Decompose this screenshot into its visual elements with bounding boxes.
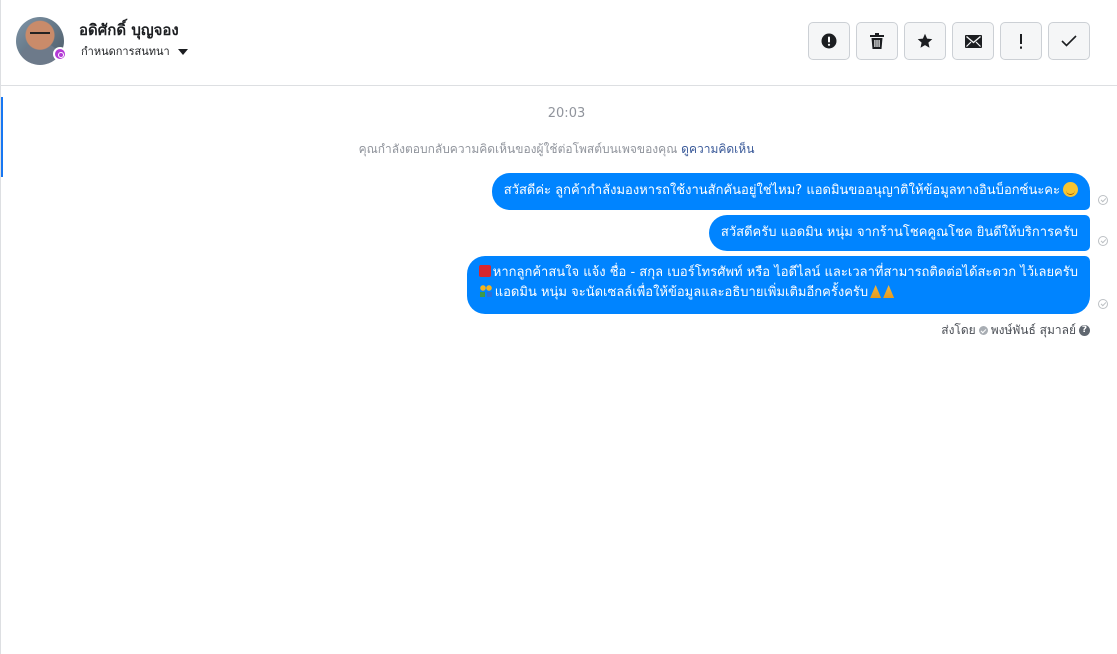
messenger-badge-icon xyxy=(53,47,67,61)
assign-conversation-dropdown[interactable]: กำหนดการสนทนา xyxy=(81,42,188,60)
seen-status-icon xyxy=(1098,195,1108,205)
message-text: แอดมิน หนุ่ม จะนัดเซลล์เพื่อให้ข้อมูลและ… xyxy=(494,285,869,300)
trash-icon xyxy=(870,33,884,49)
pray-emoji-icon xyxy=(883,285,895,298)
mark-unread-button[interactable] xyxy=(952,22,994,60)
verified-check-icon xyxy=(978,326,988,335)
message-timestamp: 20:03 xyxy=(547,106,586,121)
contact-name[interactable]: อดิศักดิ์ บุญจอง xyxy=(79,18,179,42)
seen-status-icon xyxy=(1098,236,1108,246)
caret-down-icon xyxy=(177,48,188,55)
conversation-toolbar xyxy=(808,22,1090,60)
alert-circle-icon xyxy=(821,33,837,49)
exclamation-icon xyxy=(1020,33,1022,49)
message-bubble[interactable]: สวัสดีครับ แอดมิน หนุ่ม จากร้านโชคคูณโชค… xyxy=(708,215,1090,251)
conversation-header: อดิศักดิ์ บุญจอง กำหนดการสนทนา xyxy=(1,0,1117,86)
smile-emoji-icon xyxy=(1063,182,1078,197)
help-icon[interactable]: ? xyxy=(1079,325,1090,336)
telephone-emoji-icon xyxy=(478,265,491,277)
envelope-icon xyxy=(964,34,982,48)
reply-context-text: คุณกำลังตอบกลับความคิดเห็นของผู้ใช้ต่อโพ… xyxy=(358,142,678,156)
view-comment-link[interactable]: ดูความคิดเห็น xyxy=(681,142,754,156)
sender-name[interactable]: พงษ์พันธ์ สุมาลย์ xyxy=(991,321,1076,340)
report-button[interactable] xyxy=(808,22,850,60)
message-bubble[interactable]: สวัสดีค่ะ ลูกค้ากำลังมองหารถใช้งานสักคัน… xyxy=(491,173,1090,210)
contact-avatar[interactable] xyxy=(16,17,67,65)
message-text: สวัสดีครับ แอดมิน หนุ่ม จากร้านโชคคูณโชค… xyxy=(720,225,1078,240)
people-emoji-icon xyxy=(478,285,493,297)
reply-context-note: คุณกำลังตอบกลับความคิดเห็นของผู้ใช้ต่อโพ… xyxy=(1,140,1112,159)
conversation-pane: อดิศักดิ์ บุญจอง กำหนดการสนทนา 20:03 คุณ… xyxy=(0,0,1117,654)
seen-status-icon xyxy=(1098,299,1108,309)
check-icon xyxy=(1061,35,1077,47)
star-button[interactable] xyxy=(904,22,946,60)
sent-by-info: ส่งโดย พงษ์พันธ์ สุมาลย์ ? xyxy=(941,321,1090,340)
assign-conversation-label: กำหนดการสนทนา xyxy=(81,45,170,58)
delete-button[interactable] xyxy=(856,22,898,60)
sent-by-label: ส่งโดย xyxy=(941,323,976,337)
message-line: แอดมิน หนุ่ม จะนัดเซลล์เพื่อให้ข้อมูลและ… xyxy=(478,283,1078,303)
message-text: หากลูกค้าสนใจ แจ้ง ชื่อ - สกุล เบอร์โทรศ… xyxy=(492,265,1078,280)
mark-done-button[interactable] xyxy=(1048,22,1090,60)
avatar-photo-detail xyxy=(30,32,50,39)
message-bubble[interactable]: หากลูกค้าสนใจ แจ้ง ชื่อ - สกุล เบอร์โทรศ… xyxy=(466,256,1090,314)
important-button[interactable] xyxy=(1000,22,1042,60)
message-line: หากลูกค้าสนใจ แจ้ง ชื่อ - สกุล เบอร์โทรศ… xyxy=(478,263,1078,283)
message-text: สวัสดีค่ะ ลูกค้ากำลังมองหารถใช้งานสักคัน… xyxy=(503,183,1060,198)
star-icon xyxy=(917,33,933,48)
pray-emoji-icon xyxy=(870,285,882,298)
